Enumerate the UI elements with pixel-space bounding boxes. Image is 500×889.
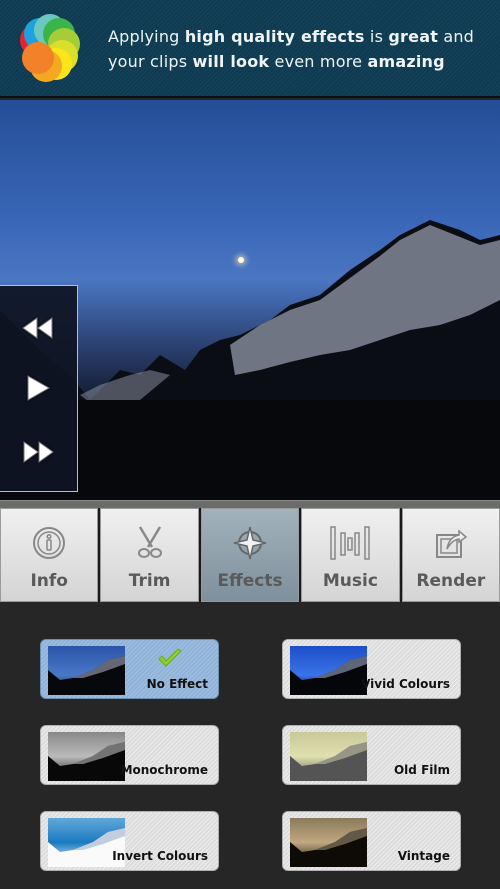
tab-trim[interactable]: Trim [100, 508, 199, 602]
rewind-button[interactable] [18, 312, 58, 344]
banner-message: Applying high quality effects is great a… [108, 24, 488, 74]
banner-emphasis: great [388, 27, 439, 46]
effect-thumbnail [290, 732, 367, 781]
promo-banner: Applying high quality effects is great a… [0, 0, 500, 98]
effect-no-effect[interactable]: No Effect [40, 639, 219, 699]
effect-label: Vivid Colours [361, 677, 450, 691]
effect-invert-colours[interactable]: Invert Colours [40, 811, 219, 871]
effect-old-film[interactable]: Old Film [282, 725, 461, 785]
tab-music[interactable]: Music [301, 508, 400, 602]
video-preview[interactable] [0, 100, 500, 500]
banner-emphasis: will look [192, 52, 270, 71]
rewind-icon [22, 317, 53, 339]
effect-thumbnail [290, 818, 367, 867]
banner-text-segment: is [364, 27, 389, 46]
effect-label: Invert Colours [112, 849, 208, 863]
effect-thumbnail [290, 646, 367, 695]
video-divider [0, 500, 500, 508]
tab-label: Music [322, 571, 378, 591]
banner-line-1: Applying high quality effects is great a… [108, 24, 488, 49]
checkmark-icon [158, 648, 182, 667]
effect-label: No Effect [146, 677, 208, 691]
info-icon [33, 527, 66, 559]
fast-forward-button[interactable] [18, 436, 58, 468]
effect-label: Vintage [397, 849, 450, 863]
tab-label: Render [416, 571, 486, 591]
effect-vivid-colours[interactable]: Vivid Colours [282, 639, 461, 699]
fast-forward-icon [23, 441, 54, 463]
tab-effects[interactable]: Effects [200, 508, 300, 602]
play-icon [27, 375, 51, 401]
moon-light [238, 257, 244, 263]
share-export-icon [435, 529, 468, 558]
app-logo-icon [20, 14, 80, 82]
compass-star-icon [233, 526, 267, 560]
banner-line-2: your clips will look even more amazing [108, 49, 488, 74]
tab-label: Info [30, 571, 68, 591]
banner-emphasis: amazing [367, 52, 445, 71]
banner-emphasis: high quality effects [184, 27, 365, 46]
effect-label: Monochrome [120, 763, 208, 777]
editor-tabs: Info Trim Effects Music Render [0, 508, 500, 602]
effect-thumbnail [48, 732, 125, 781]
effect-monochrome[interactable]: Monochrome [40, 725, 219, 785]
tab-label: Trim [128, 571, 171, 591]
effect-label: Old Film [393, 763, 450, 777]
tab-info[interactable]: Info [0, 508, 99, 602]
banner-text-segment: Applying [108, 27, 185, 46]
effect-vintage[interactable]: Vintage [282, 811, 461, 871]
banner-text-segment: your clips [108, 52, 193, 71]
play-button[interactable] [18, 372, 58, 404]
banner-text-segment: even more [269, 52, 368, 71]
tab-label: Effects [217, 571, 283, 591]
banner-text-segment: and [438, 27, 475, 46]
app-screen: Applying high quality effects is great a… [0, 0, 500, 889]
effects-panel: No Effect Vivid Colours Monochrome Old F… [0, 602, 500, 889]
scissors-icon [137, 526, 162, 558]
tab-render[interactable]: Render [401, 508, 500, 602]
effect-thumbnail [48, 646, 125, 695]
equalizer-bars-icon [330, 526, 371, 560]
playback-controls [0, 285, 78, 492]
